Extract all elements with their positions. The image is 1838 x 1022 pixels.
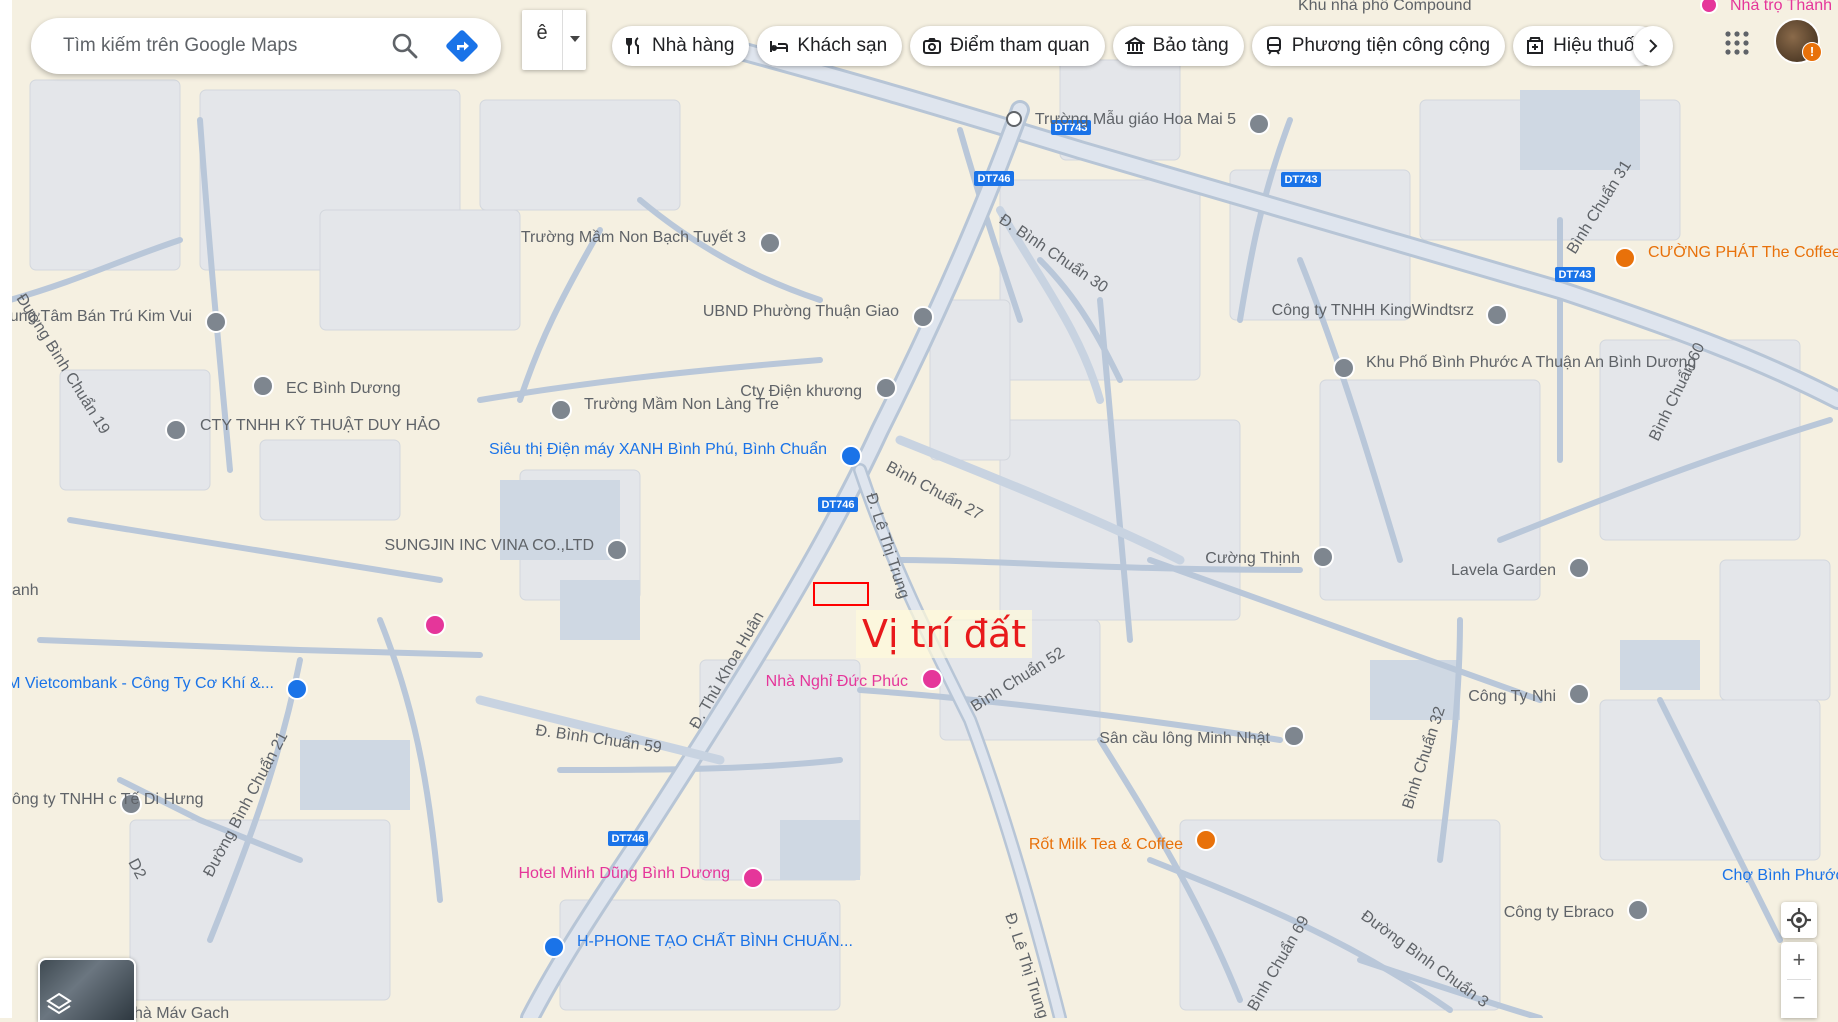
zoom-in-button[interactable]: +: [1781, 942, 1817, 978]
category-chips: Nhà hàng Khách sạn Điểm tham quan Bảo tà…: [612, 26, 1659, 66]
left-edge: [0, 0, 12, 1018]
svg-text:Khu nhà phố Compound: Khu nhà phố Compound: [1298, 0, 1471, 14]
chip-label: Bảo tàng: [1152, 35, 1229, 56]
place-anh: anh: [12, 582, 39, 599]
layers-icon: [46, 992, 72, 1015]
chevron-right-icon: [1649, 39, 1658, 53]
zoom-control: + −: [1781, 942, 1817, 1018]
svg-text:EC Bình Dương: EC Bình Dương: [286, 380, 401, 397]
chip-label: Phương tiện công cộng: [1291, 35, 1491, 56]
svg-text:Khu Phố Bình Phước A Thuận An: Khu Phố Bình Phước A Thuận An Bình Dương: [1366, 354, 1696, 371]
svg-text:hà Máy Gạch: hà Máy Gạch: [134, 1005, 229, 1018]
search-box: [31, 18, 501, 74]
pharmacy-icon: [1527, 37, 1544, 54]
chip-museums[interactable]: Bảo tàng: [1112, 26, 1244, 66]
svg-text:Trường Mầm Non Bạch Tuyết 3: Trường Mầm Non Bạch Tuyết 3: [521, 229, 746, 246]
svg-text:DT746: DT746: [977, 173, 1010, 185]
svg-text:Trung Tâm Bán Trú Kim Vui: Trung Tâm Bán Trú Kim Vui: [0, 308, 192, 325]
svg-text:Công Ty Nhi: Công Ty Nhi: [1468, 688, 1556, 705]
ime-divider: [562, 10, 563, 70]
hotel-icon: [770, 41, 789, 52]
svg-text:ATM Vietcombank - Công Ty Cơ K: ATM Vietcombank - Công Ty Cơ Khí &...: [0, 675, 274, 692]
chips-next-button[interactable]: [1633, 26, 1673, 66]
svg-text:anh: anh: [12, 582, 39, 599]
search-input[interactable]: [61, 34, 365, 58]
chip-label: Hiệu thuốc: [1553, 35, 1644, 56]
map-canvas[interactable]: DT743 DT743 DT743 DT746 DT746 DT746 Đườn…: [0, 0, 1838, 1018]
svg-text:DT743: DT743: [1284, 174, 1317, 186]
svg-text:ông ty TNHH c Tế Di Hưng: ông ty TNHH c Tế Di Hưng: [12, 791, 204, 808]
restaurant-icon: [626, 37, 639, 54]
alert-badge-icon: !: [1802, 42, 1822, 62]
svg-text:Cường Thịnh: Cường Thịnh: [1205, 550, 1300, 567]
chip-label: Điểm tham quan: [950, 35, 1090, 56]
road-shield: DT743: [1555, 267, 1595, 282]
road-shield: DT746: [818, 497, 858, 512]
svg-text:Rốt Milk Tea & Coffee: Rốt Milk Tea & Coffee: [1029, 836, 1183, 853]
svg-text:Siêu thị Điện máy XANH Bình Ph: Siêu thị Điện máy XANH Bình Phú, Bình Ch…: [489, 440, 827, 458]
layers-toggle-button[interactable]: [38, 958, 136, 1022]
svg-text:Công ty Ebraco: Công ty Ebraco: [1504, 904, 1614, 921]
svg-text:Nhà trọ Thành: Nhà trọ Thành: [1730, 0, 1832, 14]
road-shield: DT746: [608, 831, 648, 846]
svg-text:DT746: DT746: [611, 833, 644, 845]
input-method-button[interactable]: ê: [522, 10, 586, 70]
svg-text:CƯỜNG PHÁT The Coffee: CƯỜNG PHÁT The Coffee: [1648, 242, 1838, 261]
chevron-down-icon[interactable]: [570, 36, 580, 42]
svg-text:SUNGJIN INC VINA CO.,LTD: SUNGJIN INC VINA CO.,LTD: [384, 537, 594, 554]
chip-label: Nhà hàng: [652, 35, 735, 56]
svg-text:H-PHONE TẠO CHẤT BÌNH CHUẨN...: H-PHONE TẠO CHẤT BÌNH CHUẨN...: [577, 931, 853, 950]
road-shield: DT743: [1281, 172, 1321, 187]
chip-hotels[interactable]: Khách sạn: [757, 26, 903, 66]
svg-text:Nhà Nghỉ Đức Phúc: Nhà Nghỉ Đức Phúc: [766, 673, 908, 690]
svg-text:Hotel Minh Dũng Bình Dương: Hotel Minh Dũng Bình Dương: [518, 865, 730, 882]
chip-restaurants[interactable]: Nhà hàng: [612, 26, 750, 66]
road-shield: DT746: [974, 171, 1014, 186]
land-plot-label: Vị trí đất: [856, 610, 1033, 658]
zoom-out-button[interactable]: −: [1781, 980, 1817, 1016]
svg-text:UBND Phường Thuận Giao: UBND Phường Thuận Giao: [703, 303, 899, 320]
my-location-button[interactable]: [1781, 902, 1817, 938]
apps-grid-icon[interactable]: [1722, 28, 1752, 58]
chip-transit[interactable]: Phương tiện công cộng: [1251, 26, 1506, 66]
camera-icon: [923, 38, 942, 54]
place-khu-nha-pho-compound: Khu nhà phố Compound: [1298, 0, 1471, 14]
svg-text:Công ty TNHH KingWindtsrz: Công ty TNHH KingWindtsrz: [1272, 302, 1474, 319]
svg-text:CTY TNHH KỸ THUẬT DUY HẢO: CTY TNHH KỸ THUẬT DUY HẢO: [200, 414, 440, 434]
transit-icon: [1266, 37, 1281, 55]
svg-text:Cty Điện khương: Cty Điện khương: [740, 383, 862, 400]
chip-label: Khách sạn: [797, 35, 888, 56]
chip-attractions[interactable]: Điểm tham quan: [910, 26, 1105, 66]
directions-icon[interactable]: [443, 27, 481, 65]
land-plot-highlight: [813, 582, 869, 606]
place-nha-may-gach: hà Máy Gạch: [134, 1005, 229, 1018]
svg-text:Chợ Bình Phước: Chợ Bình Phước: [1722, 867, 1838, 884]
crosshair-icon: [1787, 908, 1811, 932]
museum-icon: [1124, 36, 1145, 54]
svg-text:Sân cầu lông Minh Nhật: Sân cầu lông Minh Nhật: [1099, 730, 1270, 747]
svg-text:Lavela Garden: Lavela Garden: [1451, 562, 1556, 579]
svg-text:DT743: DT743: [1558, 269, 1591, 281]
search-icon[interactable]: [387, 28, 423, 64]
svg-text:DT746: DT746: [821, 499, 854, 511]
hotel-pin-unlabeled: [424, 614, 446, 636]
transit-stop-icon: [1006, 111, 1022, 127]
place-cho-binh-phuoc: Chợ Bình Phước: [1722, 867, 1838, 884]
svg-text:Trường Mẫu giáo Hoa Mai 5: Trường Mẫu giáo Hoa Mai 5: [1035, 109, 1236, 128]
ime-letter: ê: [536, 22, 548, 44]
